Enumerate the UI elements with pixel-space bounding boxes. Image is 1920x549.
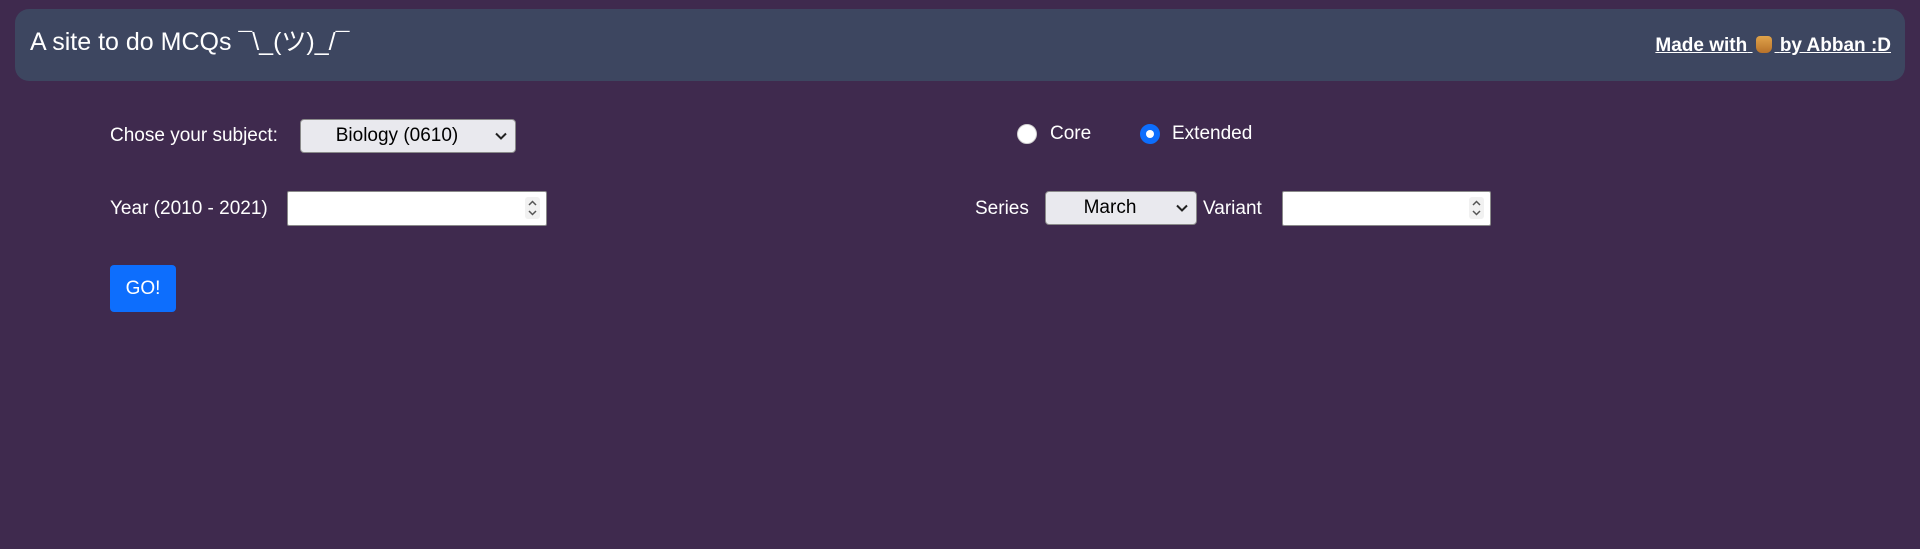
variant-input[interactable] xyxy=(1282,191,1491,226)
core-label: Core xyxy=(1050,123,1092,144)
credit-prefix: Made with xyxy=(1655,35,1748,56)
subject-label: Chose your subject: xyxy=(110,125,278,146)
heart-icon xyxy=(1755,36,1772,53)
credit-suffix: by Abban :D xyxy=(1779,35,1891,56)
variant-label: Variant xyxy=(1203,198,1262,219)
series-select-value: March xyxy=(1083,197,1137,218)
credit-link[interactable]: Made with by Abban :D xyxy=(1655,34,1891,58)
go-button[interactable]: GO! xyxy=(110,265,176,312)
core-radio[interactable] xyxy=(1017,124,1037,144)
spinner-icon[interactable] xyxy=(1469,197,1484,219)
navbar: A site to do MCQs ¯\_(ツ)_/¯ Made with by… xyxy=(15,9,1905,81)
site-title: A site to do MCQs ¯\_(ツ)_/¯ xyxy=(30,28,350,56)
year-label: Year (2010 - 2021) xyxy=(110,198,268,219)
series-select[interactable]: March xyxy=(1045,191,1197,225)
extended-label: Extended xyxy=(1172,123,1253,144)
series-label: Series xyxy=(975,198,1029,219)
chevron-down-icon xyxy=(495,132,507,140)
subject-select-value: Biology (0610) xyxy=(335,125,459,146)
year-input[interactable] xyxy=(287,191,547,226)
subject-select[interactable]: Biology (0610) xyxy=(300,119,516,153)
spinner-icon[interactable] xyxy=(525,197,540,219)
extended-radio[interactable] xyxy=(1140,124,1160,144)
chevron-down-icon xyxy=(1176,204,1188,212)
